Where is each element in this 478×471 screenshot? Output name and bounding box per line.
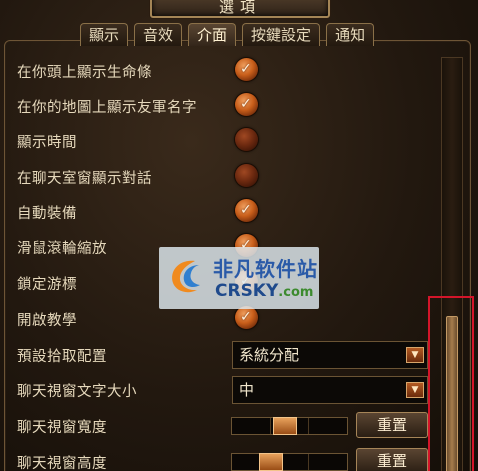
- auto-equip-checkbox[interactable]: ✓: [235, 199, 258, 222]
- chat-width-reset-button[interactable]: 重置: [356, 412, 428, 438]
- tab-keybindings[interactable]: 按鍵設定: [242, 23, 321, 46]
- setting-row-chat-height: 聊天視窗高度 重置: [17, 448, 437, 471]
- setting-label: 預設拾取配置: [17, 349, 107, 365]
- show-hp-bar-checkbox[interactable]: ✓: [235, 58, 258, 81]
- setting-row-show-ally-names: 在你的地圖上顯示友軍名字 ✓: [17, 92, 437, 120]
- tab-display[interactable]: 顯示: [80, 23, 129, 46]
- setting-label: 自動裝備: [17, 206, 77, 222]
- crsky-logo-icon: [172, 260, 200, 293]
- checkmark-icon: ✓: [240, 309, 252, 325]
- setting-row-tutorial: 開啟教學 ✓: [17, 305, 437, 333]
- setting-label: 聊天視窗文字大小: [17, 384, 137, 400]
- watermark-brand: 非凡软件站: [213, 257, 318, 281]
- setting-label: 在聊天室窗顯示對話: [17, 171, 152, 187]
- slider-divider: [270, 418, 271, 434]
- dropdown-arrow-icon[interactable]: ▼: [406, 382, 424, 398]
- chat-height-reset-button[interactable]: 重置: [356, 448, 428, 471]
- loot-config-dropdown[interactable]: 系統分配 ▼: [232, 341, 428, 369]
- dropdown-value: 系統分配: [239, 346, 300, 364]
- setting-row-show-time: 顯示時間 ✓: [17, 127, 437, 155]
- setting-label: 顯示時間: [17, 135, 77, 151]
- window-title: 選項: [150, 0, 330, 18]
- checkmark-icon: ✓: [240, 96, 252, 112]
- dropdown-arrow-icon[interactable]: ▼: [406, 347, 424, 363]
- tutorial-checkbox[interactable]: ✓: [235, 306, 258, 329]
- tab-sound[interactable]: 音效: [134, 23, 183, 46]
- vertical-scrollbar[interactable]: [441, 57, 463, 471]
- chat-font-size-dropdown[interactable]: 中 ▼: [232, 376, 428, 404]
- show-time-checkbox[interactable]: ✓: [235, 128, 258, 151]
- setting-label: 聊天視窗高度: [17, 456, 107, 471]
- setting-row-show-chat-bubbles: 在聊天室窗顯示對話 ✓: [17, 163, 437, 191]
- watermark: 非凡软件站 CRSKY.com: [159, 247, 319, 309]
- watermark-site-name: CRSKY: [215, 281, 279, 301]
- watermark-domain: .com: [278, 285, 314, 300]
- setting-row-show-hp-bar: 在你頭上顯示生命條 ✓: [17, 57, 437, 85]
- slider-divider: [308, 418, 309, 434]
- setting-label: 開啟教學: [17, 313, 77, 329]
- setting-label: 聊天視窗寬度: [17, 420, 107, 436]
- show-ally-names-checkbox[interactable]: ✓: [235, 93, 258, 116]
- chat-height-slider[interactable]: [231, 453, 348, 471]
- chat-width-slider[interactable]: [231, 417, 348, 435]
- setting-label: 滑鼠滾輪縮放: [17, 241, 107, 257]
- scrollbar-thumb[interactable]: [446, 316, 458, 471]
- setting-row-auto-equip: 自動裝備 ✓: [17, 198, 437, 226]
- slider-handle[interactable]: [259, 453, 283, 471]
- show-chat-bubbles-checkbox[interactable]: ✓: [235, 164, 258, 187]
- tab-interface[interactable]: 介面: [188, 23, 237, 46]
- setting-row-chat-font-size: 聊天視窗文字大小 中 ▼: [17, 376, 437, 404]
- tab-bar: 顯示 音效 介面 按鍵設定 通知: [80, 23, 375, 49]
- checkmark-icon: ✓: [240, 202, 252, 218]
- tab-notifications[interactable]: 通知: [326, 23, 375, 46]
- setting-row-chat-width: 聊天視窗寬度 重置: [17, 412, 437, 440]
- options-window: 選項 顯示 音效 介面 按鍵設定 通知 在你頭上顯示生命條 ✓ 在你的地圖上顯示…: [0, 0, 478, 471]
- watermark-site: CRSKY.com: [215, 281, 313, 301]
- setting-label: 鎖定游標: [17, 277, 77, 293]
- slider-handle[interactable]: [273, 417, 297, 435]
- setting-row-loot-config: 預設拾取配置 系統分配 ▼: [17, 341, 437, 369]
- checkmark-icon: ✓: [240, 61, 252, 77]
- setting-label: 在你頭上顯示生命條: [17, 65, 152, 81]
- setting-label: 在你的地圖上顯示友軍名字: [17, 100, 197, 116]
- slider-divider: [308, 454, 309, 470]
- dropdown-value: 中: [239, 381, 255, 399]
